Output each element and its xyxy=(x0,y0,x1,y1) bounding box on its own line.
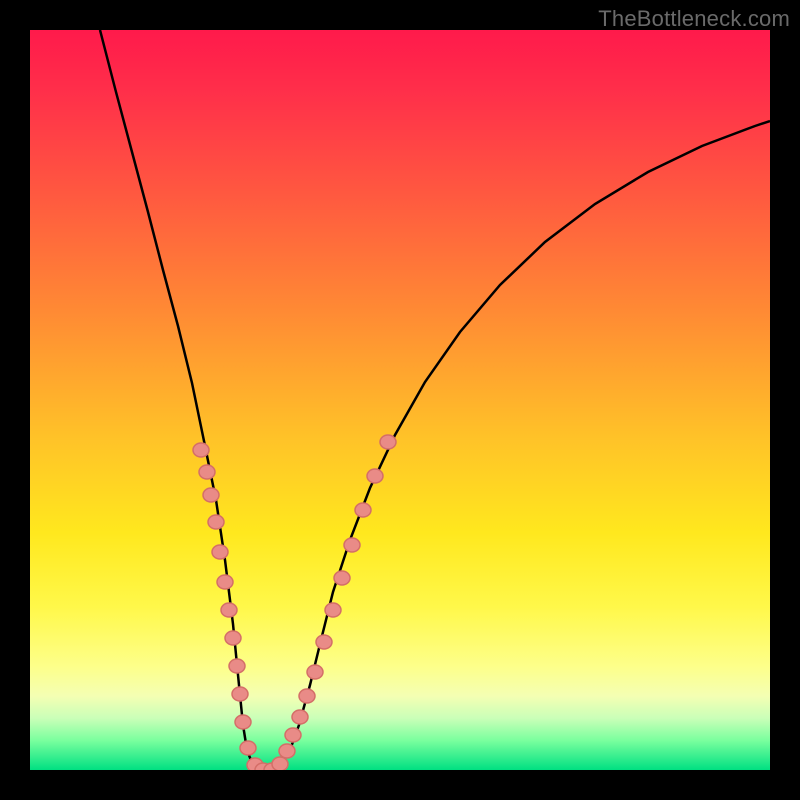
bottleneck-curve-right xyxy=(266,121,770,770)
data-point-marker xyxy=(292,710,308,724)
data-point-marker xyxy=(229,659,245,673)
data-point-marker xyxy=(221,603,237,617)
data-point-marker xyxy=(235,715,251,729)
data-point-marker xyxy=(285,728,301,742)
data-point-marker xyxy=(199,465,215,479)
curve-layer xyxy=(30,30,770,770)
chart-stage: TheBottleneck.com xyxy=(0,0,800,800)
data-point-marker xyxy=(193,443,209,457)
bottleneck-curve-left xyxy=(100,30,266,770)
data-point-marker xyxy=(225,631,241,645)
plot-area xyxy=(30,30,770,770)
data-point-marker xyxy=(325,603,341,617)
data-point-marker xyxy=(240,741,256,755)
data-point-marker xyxy=(367,469,383,483)
data-point-marker xyxy=(334,571,350,585)
data-point-marker xyxy=(272,757,288,770)
data-point-marker xyxy=(299,689,315,703)
data-point-marker xyxy=(344,538,360,552)
data-point-marker xyxy=(232,687,248,701)
data-point-marker xyxy=(212,545,228,559)
data-point-marker xyxy=(279,744,295,758)
data-point-marker xyxy=(355,503,371,517)
data-point-marker xyxy=(203,488,219,502)
data-point-marker xyxy=(380,435,396,449)
data-markers xyxy=(193,435,396,770)
data-point-marker xyxy=(208,515,224,529)
data-point-marker xyxy=(316,635,332,649)
watermark-text: TheBottleneck.com xyxy=(598,6,790,32)
data-point-marker xyxy=(217,575,233,589)
data-point-marker xyxy=(307,665,323,679)
